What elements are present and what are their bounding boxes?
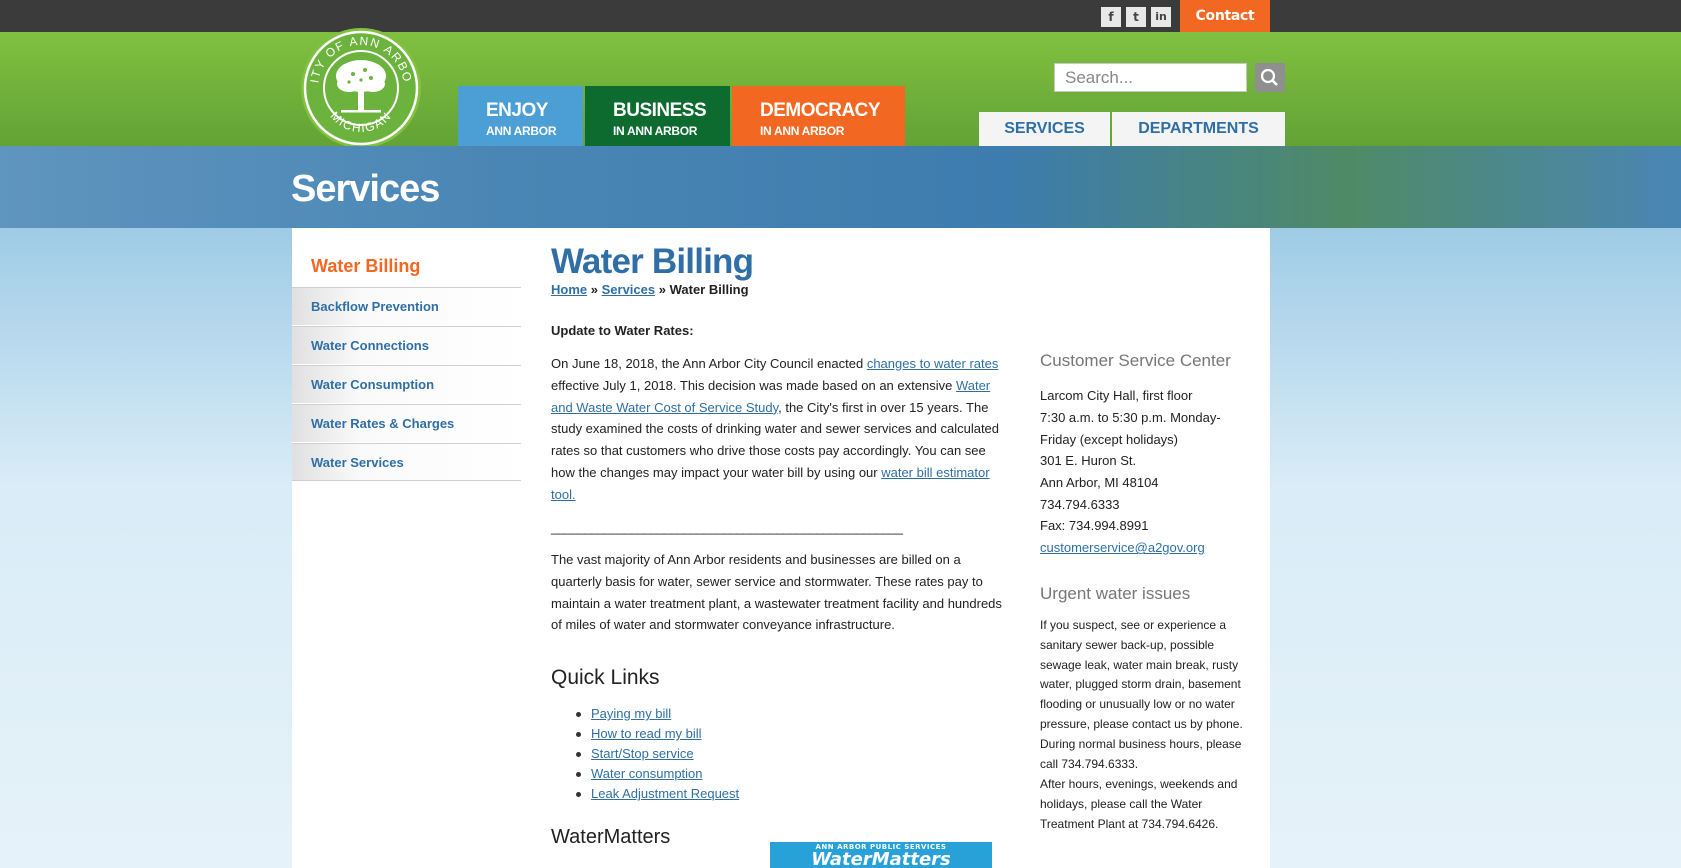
billing-paragraph: The vast majority of Ann Arbor residents…	[551, 552, 1002, 633]
water-consumption-link[interactable]: Water consumption	[591, 766, 703, 781]
watermatters-heading: WaterMatters	[551, 826, 671, 848]
paying-my-bill-link[interactable]: Paying my bill	[591, 706, 671, 721]
rates-paragraph: On June 18, 2018, the Ann Arbor City Cou…	[551, 353, 1011, 506]
sidebar-item-backflow-prevention[interactable]: Backflow Prevention	[292, 287, 521, 325]
quick-links-list: Paying my bill How to read my bill Start…	[575, 704, 739, 804]
sidebar-title[interactable]: Water Billing	[311, 256, 420, 277]
hero-banner: Services	[0, 146, 1681, 228]
list-item: Paying my bill	[575, 704, 739, 724]
nav-democracy-label: DEMOCRACY	[760, 100, 881, 121]
breadcrumb-services-link[interactable]: Services	[602, 282, 656, 297]
tab-services[interactable]: SERVICES	[979, 112, 1110, 146]
rates-text-1: On June 18, 2018, the Ann Arbor City Cou…	[551, 356, 867, 371]
urgent-issues-paragraph: If you suspect, see or experience a sani…	[1040, 618, 1243, 771]
search-icon	[1260, 68, 1278, 86]
changes-to-water-rates-link[interactable]: changes to water rates	[867, 356, 999, 371]
breadcrumb: Home » Services » Water Billing	[551, 282, 749, 297]
customer-service-email-link[interactable]: customerservice@a2gov.org	[1040, 540, 1205, 555]
sidebar-item-water-rates-charges[interactable]: Water Rates & Charges	[292, 404, 521, 442]
tab-departments[interactable]: DEPARTMENTS	[1112, 112, 1285, 146]
list-item: Start/Stop service	[575, 744, 739, 764]
divider-line: ________________________________________…	[551, 520, 903, 535]
leak-adjustment-request-link[interactable]: Leak Adjustment Request	[591, 786, 739, 801]
customer-service-address: 301 E. Huron St. Ann Arbor, MI 48104 734…	[1040, 450, 1255, 559]
facebook-icon[interactable]: f	[1101, 7, 1121, 27]
breadcrumb-home-link[interactable]: Home	[551, 282, 587, 297]
nav-enjoy-sublabel: ANN ARBOR	[486, 124, 557, 138]
list-item: Leak Adjustment Request	[575, 784, 739, 804]
nav-business-sublabel: IN ANN ARBOR	[613, 124, 698, 138]
fax-number: Fax: 734.994.8991	[1040, 518, 1149, 534]
nav-enjoy-label: ENJOY	[486, 100, 548, 121]
after-hours-paragraph: After hours, evenings, weekends and holi…	[1040, 777, 1238, 831]
breadcrumb-current: Water Billing	[669, 282, 749, 297]
nav-business-label: BUSINESS	[613, 100, 707, 121]
address-street: 301 E. Huron St.	[1040, 453, 1137, 468]
breadcrumb-separator: »	[658, 282, 666, 297]
breadcrumb-separator: »	[590, 282, 598, 297]
linkedin-icon[interactable]: in	[1151, 7, 1171, 27]
contact-button[interactable]: Contact	[1180, 0, 1270, 32]
sidebar-item-water-services[interactable]: Water Services	[292, 443, 521, 481]
banner-title: Services	[291, 168, 440, 210]
sidebar-item-water-connections[interactable]: Water Connections	[292, 326, 521, 364]
start-stop-service-link[interactable]: Start/Stop service	[591, 746, 694, 761]
csc-hours: 7:30 a.m. to 5:30 p.m. Monday-Friday (ex…	[1040, 409, 1221, 447]
rates-text-2: effective July 1, 2018. This decision wa…	[551, 377, 956, 393]
nav-democracy-sublabel: IN ANN ARBOR	[760, 124, 845, 138]
nav-business[interactable]: BUSINESS IN ANN ARBOR	[585, 86, 730, 146]
twitter-icon[interactable]: t	[1126, 7, 1146, 27]
list-item: How to read my bill	[575, 724, 739, 744]
watermatters-newsletter-image[interactable]: ANN ARBOR PUBLIC SERVICES WaterMatters	[770, 842, 992, 868]
nav-enjoy-ann-arbor[interactable]: ENJOY ANN ARBOR	[458, 86, 583, 146]
sidebar-item-water-consumption[interactable]: Water Consumption	[292, 365, 521, 403]
urgent-water-issues-heading: Urgent water issues	[1040, 584, 1191, 603]
search-input[interactable]: Search...	[1054, 63, 1247, 92]
customer-service-heading: Customer Service Center	[1040, 351, 1231, 370]
address-city: Ann Arbor, MI 48104	[1040, 474, 1159, 490]
how-to-read-my-bill-link[interactable]: How to read my bill	[591, 726, 702, 741]
page-title: Water Billing	[551, 242, 754, 281]
update-heading: Update to Water Rates:	[551, 323, 694, 338]
top-utility-bar: f t in Contact	[0, 0, 1681, 33]
search-button[interactable]	[1255, 63, 1285, 92]
phone-number: 734.794.6333	[1040, 496, 1120, 512]
quick-links-heading: Quick Links	[551, 666, 660, 689]
customer-service-hours: Larcom City Hall, first floor 7:30 a.m. …	[1040, 385, 1255, 450]
csc-location: Larcom City Hall, first floor	[1040, 388, 1193, 403]
nav-democracy[interactable]: DEMOCRACY IN ANN ARBOR	[732, 86, 905, 146]
city-seal-logo[interactable]: CITY OF ANN ARBOR MICHIGAN	[301, 18, 421, 158]
list-item: Water consumption	[575, 764, 739, 784]
watermatters-image-text: WaterMatters	[811, 849, 951, 868]
content-area: Water Billing Backflow Prevention Water …	[292, 228, 1270, 868]
